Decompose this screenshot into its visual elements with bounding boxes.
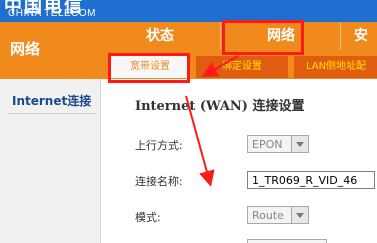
arrow-to-connection-name <box>185 95 215 187</box>
annotation-arrows <box>185 55 239 187</box>
arrow-to-subtab <box>201 55 239 77</box>
